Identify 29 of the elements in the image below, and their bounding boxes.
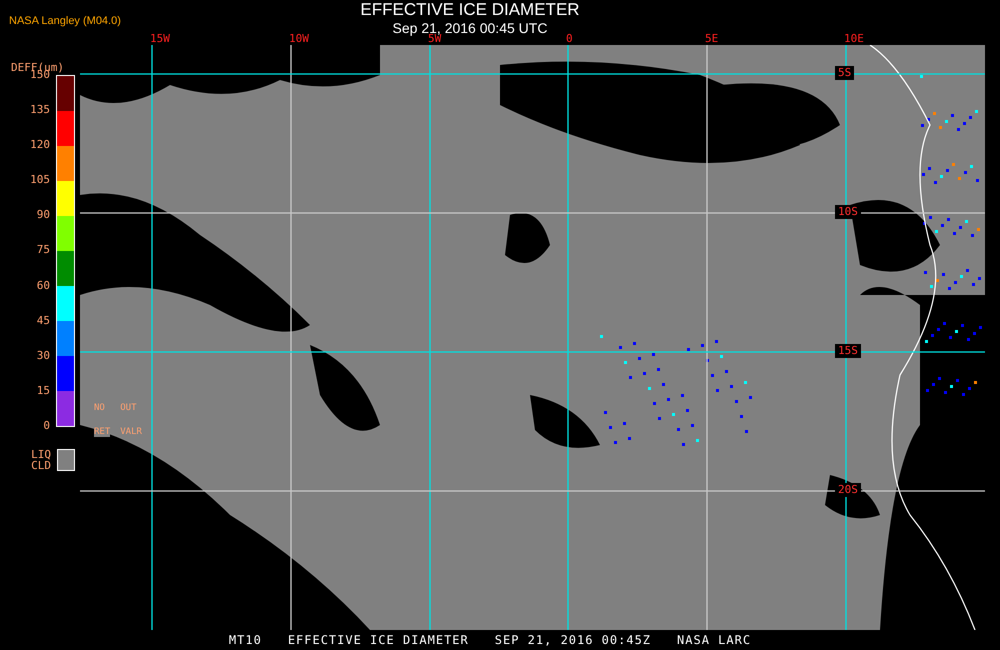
caption-text: NASA LARC [677, 632, 752, 649]
longitude-label: 10E [844, 33, 864, 44]
source-label: NASA Langley (M04.0) [9, 15, 121, 27]
liquid-cloud-label: LIQ CLD [30, 449, 51, 471]
legend-tick-label: 75 [36, 244, 50, 256]
caption-text: EFFECTIVE ICE DIAMETER [288, 632, 469, 649]
longitude-label: 5E [705, 33, 718, 44]
legend-tick-label: 15 [36, 384, 50, 397]
legend-tick-label: 0 [43, 420, 50, 432]
longitude-label: 0 [566, 33, 573, 44]
image-title: EFFECTIVE ICE DIAMETER [360, 0, 580, 20]
legend-tick-label: 105 [30, 174, 50, 186]
longitude-label: 15W [150, 33, 170, 44]
latitude-label: 15S [835, 344, 861, 358]
longitude-label: 5W [428, 33, 442, 44]
legend-tick-label: 45 [36, 314, 50, 327]
legend-tick-label: 60 [36, 280, 50, 292]
legend-tick-label: 30 [36, 350, 50, 362]
no-retrieval-label: NO RET [94, 403, 110, 437]
legend-tick-label: 135 [30, 104, 50, 116]
caption-text: SEP 21, 2016 00:45Z [494, 632, 652, 649]
caption-text: MT10 [228, 632, 262, 649]
legend-tick-label: 120 [30, 139, 50, 152]
latitude-label: 10S [835, 205, 861, 219]
legend-tick-label: 90 [36, 209, 50, 222]
longitude-label: 10W [289, 33, 309, 44]
latitude-label: 5S [835, 66, 854, 80]
out-of-range-label: OUT VALR [120, 403, 142, 437]
latitude-label: 20S [835, 483, 861, 497]
